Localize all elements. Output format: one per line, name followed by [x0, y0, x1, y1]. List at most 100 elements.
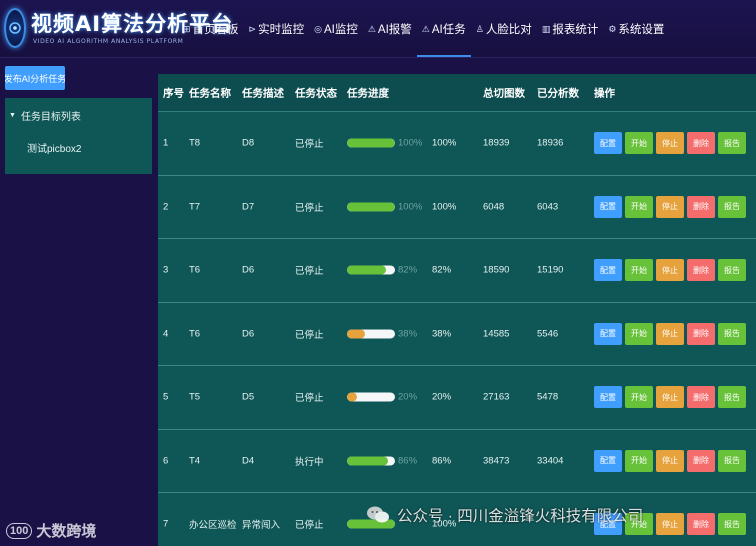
delete-button[interactable]: 删除 [687, 195, 715, 218]
row-index: 7 [163, 518, 169, 530]
report-button[interactable]: 报告 [718, 449, 746, 472]
header-progress: 任务进度 [347, 87, 389, 99]
row-index: 2 [163, 201, 169, 213]
progress-fill [347, 392, 357, 402]
nav-label: 人脸比对 [485, 24, 532, 36]
report-button[interactable]: 报告 [718, 132, 746, 155]
row-actions: 配置 开始 停止 删除 报告 [594, 386, 746, 409]
dashboard-icon: ⊞ [183, 23, 191, 34]
stop-button[interactable]: 停止 [656, 132, 684, 155]
stop-button[interactable]: 停止 [656, 513, 684, 536]
nav-item-1[interactable]: ⊳ 实时监控 [244, 0, 310, 58]
progress-fill [347, 329, 366, 339]
report-button[interactable]: 报告 [718, 259, 746, 282]
task-name: T6 [189, 328, 201, 340]
table-row: 5 T5 D5 已停止 20% 20% 27163 5478 配置 开始 停止 删除 报告 [158, 366, 756, 430]
total-count: 27163 [483, 391, 510, 403]
task-desc: D8 [242, 137, 255, 149]
stop-button[interactable]: 停止 [656, 259, 684, 282]
start-button[interactable]: 开始 [625, 132, 653, 155]
task-name: T7 [189, 201, 201, 213]
table-row: 4 T6 D6 已停止 38% 38% 14585 5546 配置 开始 停止 删除 报告 [158, 303, 756, 366]
publish-task-button[interactable]: 发布AI分析任务 [5, 66, 65, 90]
stop-button[interactable]: 停止 [656, 386, 684, 409]
task-status: 执行中 [295, 456, 324, 468]
progress-cell: 100% [347, 201, 422, 212]
task-name: T8 [189, 137, 201, 149]
app-subtitle: VIDEO AI ALGORITHM ANALYSIS PLATFORM [33, 38, 184, 45]
tree-root-item[interactable]: ▼ 任务目标列表 [5, 98, 152, 132]
stop-button[interactable]: 停止 [656, 322, 684, 345]
progress-bar [347, 392, 395, 402]
done-count: 33404 [537, 455, 564, 467]
header-total: 总切图数 [483, 87, 525, 99]
start-button[interactable]: 开始 [625, 449, 653, 472]
delete-button[interactable]: 删除 [687, 259, 715, 282]
report-button[interactable]: 报告 [718, 386, 746, 409]
task-desc: D6 [242, 264, 255, 276]
stop-button[interactable]: 停止 [656, 449, 684, 472]
row-actions: 配置 开始 停止 删除 报告 [594, 195, 746, 218]
task-desc: D7 [242, 201, 255, 213]
total-count: 6048 [483, 201, 505, 213]
progress-bar-label: 86% [398, 455, 418, 467]
row-actions: 配置 开始 停止 删除 报告 [594, 259, 746, 282]
start-button[interactable]: 开始 [625, 259, 653, 282]
row-index: 1 [163, 137, 169, 149]
nav-label: AI监控 [323, 24, 358, 36]
progress-bar [347, 265, 395, 275]
config-button[interactable]: 配置 [594, 386, 622, 409]
report-button[interactable]: 报告 [718, 322, 746, 345]
nav-item-2[interactable]: ◎ AI监控 [309, 0, 363, 58]
delete-button[interactable]: 删除 [687, 386, 715, 409]
start-button[interactable]: 开始 [625, 195, 653, 218]
nav-item-4[interactable]: ⚠ AI任务 [416, 0, 471, 58]
config-button[interactable]: 配置 [594, 132, 622, 155]
nav-item-0[interactable]: ⊞ 首页看板 [178, 0, 244, 58]
nav-item-3[interactable]: ⚠ AI报警 [363, 0, 417, 58]
config-button[interactable]: 配置 [594, 195, 622, 218]
ai-task-icon: ⚠ [421, 23, 430, 34]
header-status: 任务状态 [295, 87, 337, 99]
config-button[interactable]: 配置 [594, 449, 622, 472]
progress-percent: 100% [432, 137, 457, 149]
task-table: 序号 任务名称 任务描述 任务状态 任务进度 总切图数 已分析数 操作 1 T8 D… [158, 74, 756, 546]
progress-fill [347, 456, 389, 466]
wechat-icon [366, 505, 390, 525]
nav-item-5[interactable]: ♙ 人脸比对 [471, 0, 537, 58]
done-count: 5478 [537, 391, 559, 403]
nav-label: 系统设置 [618, 24, 665, 36]
task-name: T5 [189, 391, 201, 403]
done-count: 5546 [537, 328, 559, 340]
progress-cell: 82% [347, 265, 417, 276]
stop-button[interactable]: 停止 [656, 195, 684, 218]
done-count: 18936 [537, 137, 564, 149]
main-nav: ⊞ 首页看板 ⊳ 实时监控 ◎ AI监控 ⚠ AI报警 ⚠ AI任务 ♙ 人脸比对 ▥ 报表统计 ⚙ 系统设置 [178, 0, 669, 58]
start-button[interactable]: 开始 [625, 322, 653, 345]
config-button[interactable]: 配置 [594, 259, 622, 282]
delete-button[interactable]: 删除 [687, 322, 715, 345]
task-desc: D6 [242, 328, 255, 340]
report-button[interactable]: 报告 [718, 513, 746, 536]
watermark-right: 公众号 · 四川金溢锋火科技有限公司 [366, 504, 643, 526]
tree-child-item[interactable]: 测试picbox2 [5, 132, 152, 162]
nav-item-6[interactable]: ▥ 报表统计 [537, 0, 604, 58]
delete-button[interactable]: 删除 [687, 513, 715, 536]
nav-label: AI任务 [431, 24, 466, 36]
report-button[interactable]: 报告 [718, 195, 746, 218]
progress-fill [347, 202, 395, 212]
watermark-logo: 100 [6, 522, 33, 539]
delete-button[interactable]: 删除 [687, 449, 715, 472]
progress-fill [347, 265, 387, 275]
table-body: 1 T8 D8 已停止 100% 100% 18939 18936 配置 开始 停止 删除 报告 2 T7 D… [158, 112, 756, 546]
progress-percent: 86% [432, 455, 452, 467]
config-button[interactable]: 配置 [594, 322, 622, 345]
nav-label: AI报警 [377, 24, 412, 36]
table-row: 6 T4 D4 执行中 86% 86% 38473 33404 配置 开始 停止 删除 报告 [158, 430, 756, 493]
table-header: 序号 任务名称 任务描述 任务状态 任务进度 总切图数 已分析数 操作 [158, 74, 756, 112]
start-button[interactable]: 开始 [625, 386, 653, 409]
delete-button[interactable]: 删除 [687, 132, 715, 155]
nav-item-7[interactable]: ⚙ 系统设置 [603, 0, 669, 58]
progress-percent: 82% [432, 264, 452, 276]
progress-bar-label: 100% [398, 137, 423, 149]
